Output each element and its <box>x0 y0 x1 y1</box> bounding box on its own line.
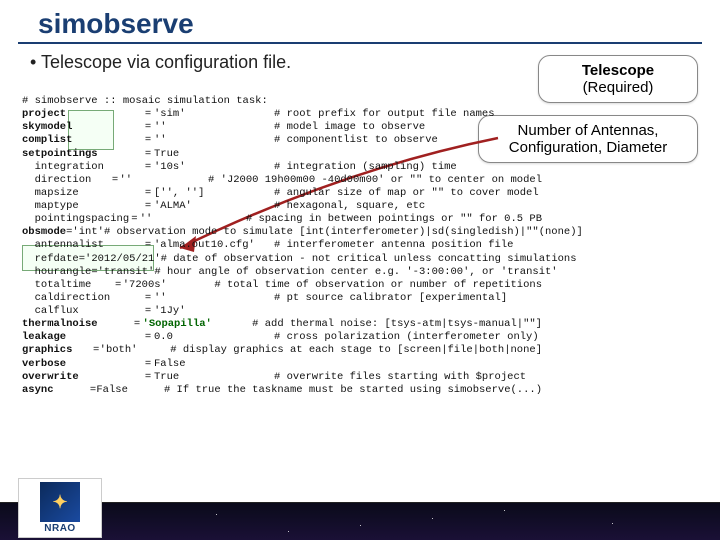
code-row: integration='10s'# integration (sampling… <box>22 161 542 174</box>
cosmos-strip <box>0 502 720 540</box>
nrao-logo: ✦ NRAO <box>18 478 102 538</box>
code-row: totaltime='7200s'# total time of observa… <box>22 279 542 292</box>
code-row: mapsize=['', '']# angular size of map or… <box>22 187 542 200</box>
callout1-line1: Telescope <box>553 62 683 79</box>
code-row: project='sim'# root prefix for output fi… <box>22 108 542 121</box>
code-row: maptype='ALMA'# hexagonal, square, etc <box>22 200 542 213</box>
code-row: refdate='2012/05/21'# date of observatio… <box>22 253 542 266</box>
code-block: # simobserve :: mosaic simulation task: … <box>22 95 542 397</box>
code-row: caldirection=''# pt source calibrator [e… <box>22 292 542 305</box>
code-row: complist=''# componentlist to observe <box>22 134 542 147</box>
code-row: skymodel=''# model image to observe <box>22 121 542 134</box>
footer: ✦ NRAO <box>0 478 720 540</box>
code-row: calflux='1Jy' <box>22 305 542 318</box>
code-row: pointingspacing=''# spacing in between p… <box>22 213 542 226</box>
code-row: verbose=False <box>22 358 542 371</box>
code-row: graphics='both'# display graphics at eac… <box>22 344 542 357</box>
code-row: async=False# If true the taskname must b… <box>22 384 542 397</box>
code-row: setpointings=True <box>22 148 542 161</box>
code-row: overwrite=True# overwrite files starting… <box>22 371 542 384</box>
code-row: thermalnoise='Sopapilla'# add thermal no… <box>22 318 542 331</box>
code-row: obsmode='int'# observation mode to simul… <box>22 226 542 239</box>
logo-icon: ✦ <box>40 482 80 522</box>
code-header: # simobserve :: mosaic simulation task: <box>22 95 542 108</box>
code-row: antennalist='alma.out10.cfg'# interferom… <box>22 239 542 252</box>
callout1-line2: (Required) <box>553 79 683 96</box>
slide-title: simobserve <box>18 0 702 44</box>
code-row: direction=''# 'J2000 19h00m00 -40d00m00'… <box>22 174 542 187</box>
logo-text: NRAO <box>44 523 75 534</box>
code-row: leakage=0.0# cross polarization (interfe… <box>22 331 542 344</box>
code-row: hourangle='transit'# hour angle of obser… <box>22 266 542 279</box>
callout-telescope: Telescope (Required) <box>538 55 698 103</box>
